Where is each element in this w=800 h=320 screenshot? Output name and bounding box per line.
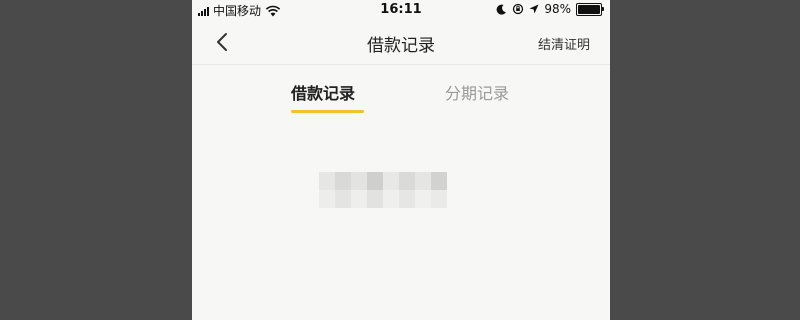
location-arrow-icon	[529, 4, 539, 14]
settlement-certificate-link[interactable]: 结清证明	[538, 34, 590, 53]
battery-percent: 98%	[544, 2, 571, 16]
tab-installment-records[interactable]: 分期记录	[445, 80, 509, 104]
tab-loan-records[interactable]: 借款记录	[291, 80, 355, 104]
tab-bar: 借款记录 分期记录	[192, 64, 610, 120]
status-right: 98%	[496, 2, 604, 16]
status-bar: 中国移动 16:11 98%	[192, 0, 610, 20]
empty-state-text-blurred	[319, 172, 447, 208]
moon-icon	[496, 4, 507, 15]
battery-icon	[576, 2, 604, 16]
phone-screen: 中国移动 16:11 98% 借款记录 结清证明 借款记录 分期记录	[192, 0, 610, 320]
rotation-lock-icon	[513, 3, 524, 15]
active-tab-indicator	[291, 110, 364, 113]
nav-bar: 借款记录 结清证明	[192, 20, 610, 65]
